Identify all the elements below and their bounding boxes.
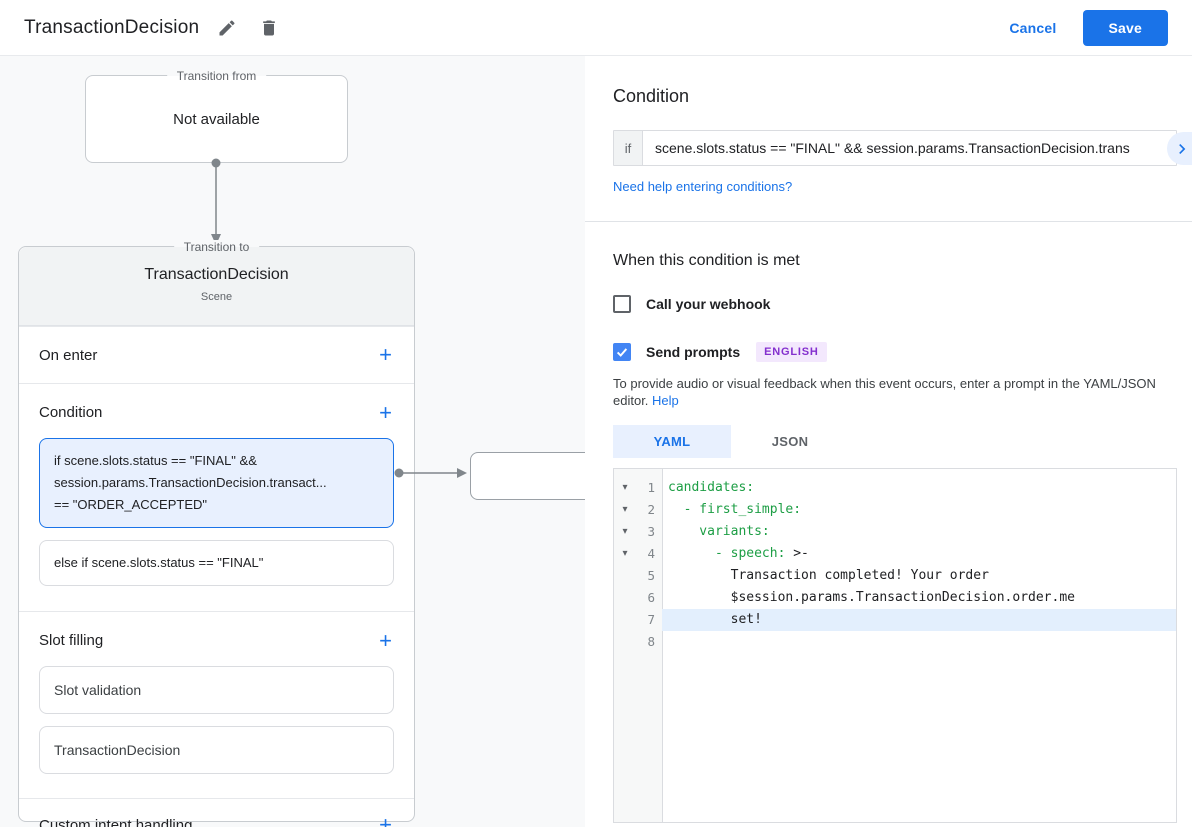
code-text: set! [662, 609, 1176, 631]
fold-arrow-icon[interactable]: ▾ [614, 521, 636, 543]
if-prefix-label: if [614, 131, 643, 165]
condition-panel-heading: Condition [613, 86, 689, 107]
condition-card-line: else if scene.slots.status == "FINAL" [54, 552, 379, 574]
code-line: 5 Transaction completed! Your order [614, 565, 1176, 587]
yaml-code-editor[interactable]: ▾1candidates:▾2 - first_simple:▾3 varian… [613, 468, 1177, 823]
transition-from-box: Transition from Not available [85, 75, 348, 163]
code-line: 6 $session.params.TransactionDecision.or… [614, 587, 1176, 609]
slot-filling-label: Slot filling [39, 632, 103, 649]
down-arrow-connector [208, 156, 224, 252]
code-text [662, 631, 1176, 653]
custom-intent-label: Custom intent handling [39, 817, 192, 827]
condition-card-line: == "ORDER_ACCEPTED" [54, 494, 379, 516]
code-line: ▾2 - first_simple: [614, 499, 1176, 521]
fold-spacer [614, 565, 636, 587]
section-on-enter: On enter + [19, 326, 414, 383]
slot-validation-card[interactable]: Slot validation [39, 666, 394, 714]
section-slot-filling: Slot filling + Slot validation Transacti… [19, 611, 414, 798]
fold-spacer [614, 587, 636, 609]
condition-card-line: session.params.TransactionDecision.trans… [54, 472, 379, 494]
code-text: - speech: >- [662, 543, 1176, 565]
line-number: 1 [636, 477, 662, 499]
fold-spacer [614, 609, 636, 631]
prompt-help-link[interactable]: Help [652, 393, 679, 408]
when-condition-heading: When this condition is met [613, 252, 1177, 270]
scene-title: TransactionDecision [19, 266, 414, 284]
condition-label: Condition [39, 404, 102, 421]
prompt-description-text: To provide audio or visual feedback when… [613, 376, 1156, 408]
send-prompts-checkbox[interactable] [613, 343, 631, 361]
flow-canvas: Transition from Not available Transition… [0, 56, 585, 827]
line-number: 6 [636, 587, 662, 609]
save-button[interactable]: Save [1083, 10, 1169, 46]
fold-arrow-icon[interactable]: ▾ [614, 543, 636, 565]
fold-arrow-icon[interactable]: ▾ [614, 477, 636, 499]
section-custom-intent: Custom intent handling + [19, 798, 414, 827]
transition-target-node[interactable] [470, 452, 585, 500]
prompt-description: To provide audio or visual feedback when… [613, 375, 1177, 409]
tab-json[interactable]: JSON [731, 425, 849, 458]
line-number: 5 [636, 565, 662, 587]
condition-card-line: if scene.slots.status == "FINAL" && [54, 450, 379, 472]
code-line: 8 [614, 631, 1176, 653]
slot-transaction-card[interactable]: TransactionDecision [39, 726, 394, 774]
transition-to-legend: Transition to [174, 240, 260, 254]
transition-from-legend: Transition from [167, 69, 267, 83]
transition-from-content: Not available [173, 111, 260, 128]
edit-icon[interactable] [213, 14, 241, 42]
line-number: 4 [636, 543, 662, 565]
condition-expression-value: scene.slots.status == "FINAL" && session… [643, 131, 1176, 165]
delete-icon[interactable] [255, 14, 283, 42]
add-condition-button[interactable]: + [377, 402, 394, 424]
code-text: $session.params.TransactionDecision.orde… [662, 587, 1176, 609]
condition-card-selected[interactable]: if scene.slots.status == "FINAL" && sess… [39, 438, 394, 528]
code-lines: ▾1candidates:▾2 - first_simple:▾3 varian… [614, 477, 1176, 653]
add-slot-button[interactable]: + [377, 630, 394, 652]
code-text: - first_simple: [662, 499, 1176, 521]
cancel-button[interactable]: Cancel [1009, 20, 1056, 36]
right-arrow-connector [392, 464, 472, 482]
code-text: Transaction completed! Your order [662, 565, 1176, 587]
checkmark-icon [615, 345, 629, 359]
line-number: 7 [636, 609, 662, 631]
page-title: TransactionDecision [24, 17, 199, 39]
fold-spacer [614, 631, 636, 653]
conditions-help-link[interactable]: Need help entering conditions? [613, 179, 792, 194]
tab-yaml[interactable]: YAML [613, 425, 731, 458]
add-on-enter-button[interactable]: + [377, 344, 394, 366]
section-condition: Condition + if scene.slots.status == "FI… [19, 383, 414, 611]
fold-arrow-icon[interactable]: ▾ [614, 499, 636, 521]
language-badge: ENGLISH [756, 342, 827, 362]
code-text: candidates: [662, 477, 1176, 499]
add-custom-intent-button[interactable]: + [377, 814, 394, 827]
scene-header: TransactionDecision Scene [19, 247, 414, 326]
chevron-right-icon [1172, 139, 1192, 159]
app-bar: TransactionDecision Cancel Save [0, 0, 1192, 56]
webhook-label: Call your webhook [646, 296, 770, 312]
line-number: 3 [636, 521, 662, 543]
code-line: ▾1candidates: [614, 477, 1176, 499]
code-text: variants: [662, 521, 1176, 543]
code-line: ▾4 - speech: >- [614, 543, 1176, 565]
panel-divider [585, 221, 1192, 222]
send-prompts-label: Send prompts [646, 344, 740, 360]
editor-tabs: YAML JSON [613, 425, 1177, 458]
condition-expression-input[interactable]: if scene.slots.status == "FINAL" && sess… [613, 130, 1177, 166]
scene-subtitle: Scene [19, 291, 414, 303]
collapse-panel-button[interactable] [1167, 132, 1192, 165]
condition-card-else[interactable]: else if scene.slots.status == "FINAL" [39, 540, 394, 586]
line-number: 2 [636, 499, 662, 521]
webhook-checkbox[interactable] [613, 295, 631, 313]
on-enter-label: On enter [39, 347, 97, 364]
code-line: ▾3 variants: [614, 521, 1176, 543]
code-line: 7 set! [614, 609, 1176, 631]
line-number: 8 [636, 631, 662, 653]
condition-detail-panel: Condition if scene.slots.status == "FINA… [585, 56, 1192, 827]
scene-card: Transition to TransactionDecision Scene … [18, 246, 415, 822]
